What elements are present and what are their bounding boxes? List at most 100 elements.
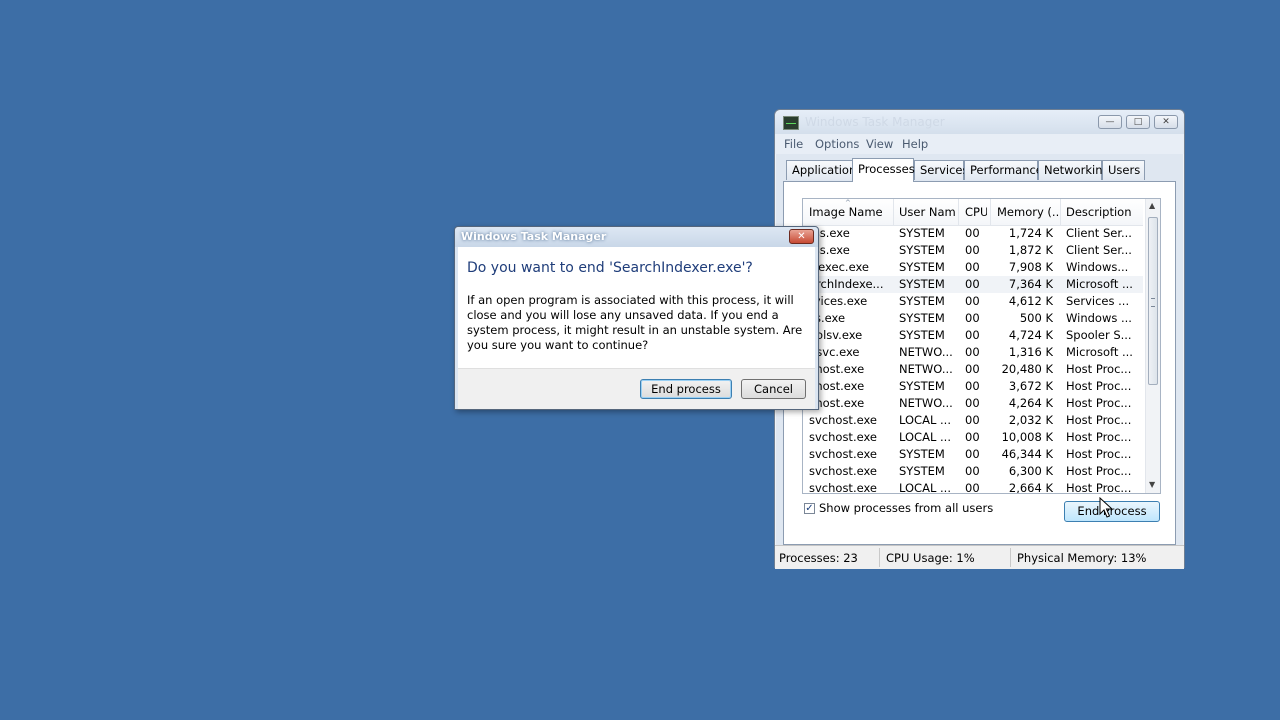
process-memory: 1,724 K: [1008, 226, 1053, 240]
status-divider: [879, 548, 880, 567]
process-cpu: 00: [965, 396, 980, 410]
process-list[interactable]: ^ Image Name User Name CPU Memory (... D…: [802, 198, 1161, 494]
table-row[interactable]: psvc.exe NETWO... 00 1,316 K Microsoft ...: [803, 344, 1143, 361]
process-memory: 1,316 K: [1008, 345, 1053, 359]
dialog-close-button[interactable]: ✕: [789, 229, 814, 244]
table-row[interactable]: svchost.exe LOCAL ... 00 2,664 K Host Proc..…: [803, 480, 1143, 493]
process-memory: 6,300 K: [1008, 464, 1053, 478]
scroll-down-icon[interactable]: ▼: [1149, 480, 1155, 489]
table-row[interactable]: ss.exe SYSTEM 00 500 K Windows ...: [803, 310, 1143, 327]
column-cpu[interactable]: CPU: [965, 205, 987, 219]
tab-networking[interactable]: Networking: [1038, 160, 1110, 180]
column-description[interactable]: Description: [1066, 205, 1136, 219]
table-row[interactable]: svchost.exe LOCAL ... 00 10,008 K Host Proc.…: [803, 429, 1143, 446]
menu-file[interactable]: File: [784, 137, 803, 151]
show-all-users-option[interactable]: ✓ Show processes from all users: [804, 500, 993, 516]
process-description: Windows...: [1066, 260, 1129, 274]
table-row[interactable]: rss.exe SYSTEM 00 1,724 K Client Ser...: [803, 225, 1143, 242]
table-row[interactable]: rvices.exe SYSTEM 00 4,612 K Services ...: [803, 293, 1143, 310]
tab-services[interactable]: Services: [914, 160, 969, 180]
table-row[interactable]: rss.exe SYSTEM 00 1,872 K Client Ser...: [803, 242, 1143, 259]
menu-view[interactable]: View: [866, 137, 893, 151]
window-title: Windows Task Manager: [805, 115, 945, 129]
cancel-button[interactable]: Cancel: [741, 379, 806, 399]
process-cpu: 00: [965, 430, 980, 444]
tab-users[interactable]: Users: [1102, 160, 1145, 180]
tab-performance[interactable]: Performance: [964, 160, 1043, 180]
show-all-users-checkbox[interactable]: ✓: [804, 502, 815, 514]
process-cpu: 00: [965, 226, 980, 240]
table-row[interactable]: oolsv.exe SYSTEM 00 4,724 K Spooler S...: [803, 327, 1143, 344]
column-divider[interactable]: [893, 199, 894, 225]
process-user-name: NETWO...: [899, 362, 953, 376]
process-cpu: 00: [965, 345, 980, 359]
column-divider[interactable]: [1060, 199, 1061, 225]
process-user-name: LOCAL ...: [899, 430, 951, 444]
process-description: Host Proc...: [1066, 379, 1132, 393]
table-row[interactable]: chost.exe NETWO... 00 20,480 K Host Proc...: [803, 361, 1143, 378]
table-row[interactable]: archIndexe... SYSTEM 00 7,364 K Microsoft ..…: [803, 276, 1143, 293]
process-user-name: SYSTEM: [899, 277, 945, 291]
menu-help[interactable]: Help: [902, 137, 928, 151]
tab-strip: Applications Processes Services Performa…: [783, 158, 1176, 182]
confirm-end-process-button[interactable]: End process: [640, 379, 732, 399]
scroll-thumb[interactable]: [1148, 217, 1158, 385]
column-image-name[interactable]: Image Name: [809, 205, 889, 219]
status-divider: [1010, 548, 1011, 567]
table-row[interactable]: svchost.exe SYSTEM 00 46,344 K Host Proc...: [803, 446, 1143, 463]
vertical-scrollbar[interactable]: ▲ ▼: [1145, 199, 1160, 493]
menu-options[interactable]: Options: [815, 137, 859, 151]
maximize-button[interactable]: □: [1126, 115, 1150, 129]
tab-processes[interactable]: Processes: [852, 158, 915, 182]
dialog-title-bar[interactable]: Windows Task Manager ✕: [455, 227, 818, 247]
process-user-name: NETWO...: [899, 345, 953, 359]
table-row[interactable]: svchost.exe LOCAL ... 00 2,032 K Host Proc..…: [803, 412, 1143, 429]
process-memory: 3,672 K: [1008, 379, 1053, 393]
process-cpu: 00: [965, 277, 980, 291]
close-button[interactable]: ✕: [1154, 115, 1178, 129]
menu-bar: File Options View Help: [775, 134, 1184, 154]
table-row[interactable]: siexec.exe SYSTEM 00 7,908 K Windows...: [803, 259, 1143, 276]
scroll-grip-icon: [1151, 298, 1155, 307]
process-cpu: 00: [965, 379, 980, 393]
process-user-name: SYSTEM: [899, 447, 945, 461]
minimize-button[interactable]: —: [1098, 115, 1122, 129]
title-bar[interactable]: Windows Task Manager — □ ✕: [775, 110, 1184, 134]
process-image-name: svchost.exe: [809, 447, 878, 461]
process-image-name: chost.exe: [809, 362, 865, 376]
status-cpu-usage: CPU Usage: 1%: [886, 551, 975, 565]
process-description: Spooler S...: [1066, 328, 1132, 342]
process-user-name: SYSTEM: [899, 328, 945, 342]
process-memory: 1,872 K: [1008, 243, 1053, 257]
table-row[interactable]: svchost.exe SYSTEM 00 6,300 K Host Proc...: [803, 463, 1143, 480]
process-user-name: SYSTEM: [899, 464, 945, 478]
scroll-up-icon[interactable]: ▲: [1149, 201, 1155, 210]
dialog-title: Windows Task Manager: [461, 230, 607, 243]
process-rows: rss.exe SYSTEM 00 1,724 K Client Ser... rss.e…: [803, 225, 1143, 493]
dialog-heading: Do you want to end 'SearchIndexer.exe'?: [467, 260, 753, 276]
process-cpu: 00: [965, 294, 980, 308]
process-cpu: 00: [965, 447, 980, 461]
column-divider[interactable]: [990, 199, 991, 225]
process-memory: 2,032 K: [1008, 413, 1053, 427]
table-row[interactable]: chost.exe SYSTEM 00 3,672 K Host Proc...: [803, 378, 1143, 395]
process-description: Microsoft ...: [1066, 277, 1133, 291]
process-cpu: 00: [965, 413, 980, 427]
process-user-name: SYSTEM: [899, 226, 945, 240]
process-image-name: oolsv.exe: [809, 328, 863, 342]
process-memory: 500 K: [1019, 311, 1053, 325]
process-user-name: SYSTEM: [899, 260, 945, 274]
tab-applications[interactable]: Applications: [786, 160, 862, 180]
process-memory: 7,364 K: [1008, 277, 1053, 291]
process-description: Services ...: [1066, 294, 1130, 308]
list-header: ^ Image Name User Name CPU Memory (... D…: [803, 199, 1143, 226]
process-image-name: svchost.exe: [809, 430, 878, 444]
column-divider[interactable]: [958, 199, 959, 225]
column-memory[interactable]: Memory (...: [997, 205, 1059, 219]
table-row[interactable]: chost.exe NETWO... 00 4,264 K Host Proc...: [803, 395, 1143, 412]
process-description: Client Ser...: [1066, 243, 1132, 257]
process-image-name: chost.exe: [809, 379, 865, 393]
process-image-name: archIndexe...: [809, 277, 884, 291]
column-user-name[interactable]: User Name: [899, 205, 955, 219]
process-user-name: SYSTEM: [899, 294, 945, 308]
